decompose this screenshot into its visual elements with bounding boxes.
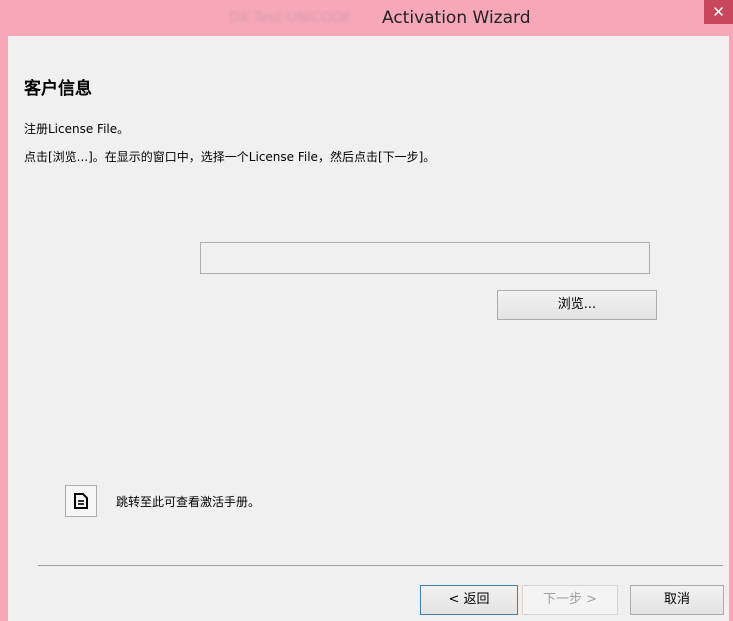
back-button[interactable]: < 返回 — [420, 585, 518, 615]
manual-link-text[interactable]: 跳转至此可查看激活手册。 — [116, 494, 260, 510]
page-title: 客户信息 — [24, 79, 92, 99]
instruction-line-2: 点击[浏览...]。在显示的窗口中，选择一个License File，然后点击[… — [24, 150, 436, 164]
browse-button[interactable]: 浏览... — [497, 290, 657, 320]
document-icon — [74, 493, 88, 509]
activation-wizard-window: DX Test-UNICODE Activation Wizard ✕ 客户信息… — [0, 0, 733, 621]
title-bar[interactable]: DX Test-UNICODE Activation Wizard ✕ — [0, 0, 733, 36]
close-button[interactable]: ✕ — [704, 0, 733, 24]
window-title-obscured: DX Test-UNICODE — [229, 10, 352, 26]
next-button[interactable]: 下一步 > — [522, 585, 618, 615]
window-frame-right — [729, 36, 733, 621]
window-frame-left — [0, 36, 8, 621]
wizard-content: 客户信息 注册License File。 点击[浏览...]。在显示的窗口中，选… — [8, 36, 729, 621]
manual-link-button[interactable] — [65, 485, 97, 517]
instruction-line-1: 注册License File。 — [24, 122, 130, 136]
license-file-path-input[interactable] — [200, 242, 650, 274]
footer-divider — [38, 565, 723, 566]
cancel-button[interactable]: 取消 — [630, 585, 724, 615]
window-title: Activation Wizard — [382, 8, 531, 28]
